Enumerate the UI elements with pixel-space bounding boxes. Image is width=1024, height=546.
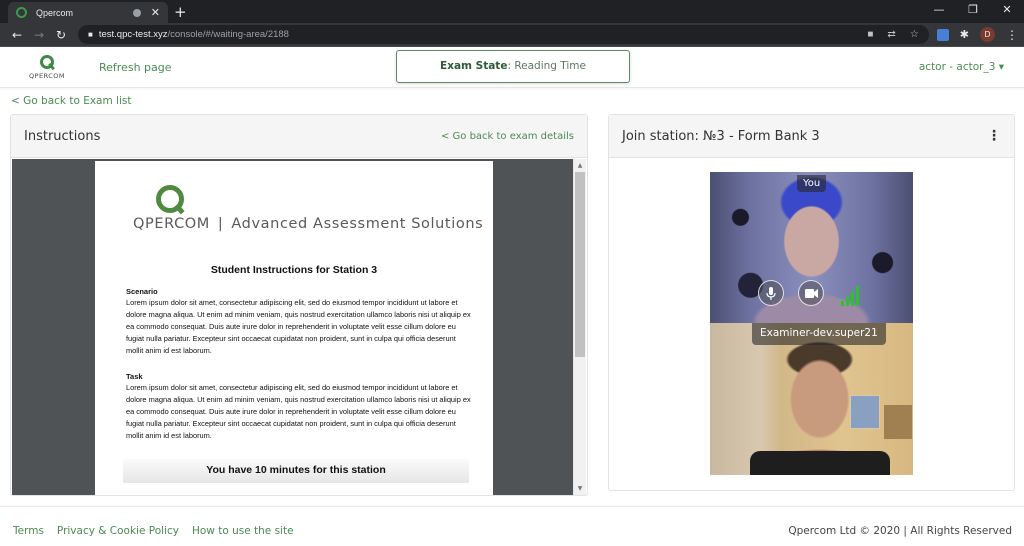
microphone-toggle-button[interactable] bbox=[758, 280, 784, 306]
self-video: You bbox=[710, 172, 913, 323]
qpercom-q-icon bbox=[40, 55, 54, 69]
page-footer: Terms Privacy & Cookie Policy How to use… bbox=[0, 506, 1024, 546]
camera-toggle-button[interactable] bbox=[798, 280, 824, 306]
pdf-viewer[interactable]: QPERCOM | Advanced Assessment Solutions St… bbox=[12, 159, 574, 495]
browser-menu-icon[interactable]: ⋮ bbox=[1006, 28, 1018, 42]
extensions-icon[interactable]: ✱ bbox=[960, 28, 969, 41]
new-tab-button[interactable]: + bbox=[174, 3, 187, 21]
terms-link[interactable]: Terms bbox=[13, 525, 44, 537]
scenario-section: Scenario Lorem ipsum dolor sit amet, con… bbox=[126, 287, 471, 357]
minimize-button[interactable]: — bbox=[922, 0, 956, 23]
tab-title: Qpercom bbox=[36, 7, 74, 18]
back-button[interactable]: ← bbox=[6, 28, 28, 42]
url-path: /console/#/waiting-area/2188 bbox=[167, 29, 289, 40]
google-translate-extension-icon[interactable] bbox=[936, 28, 949, 41]
station-panel: Join station: №3 - Form Bank 3 ⋮ You Exa… bbox=[608, 114, 1015, 491]
user-menu-dropdown[interactable]: actor - actor_3 ▾ bbox=[919, 61, 1004, 73]
profile-avatar[interactable]: D bbox=[980, 27, 995, 42]
url-host: test.qpc-test.xyz bbox=[98, 29, 168, 40]
document-brand: QPERCOM | Advanced Assessment Solutions bbox=[133, 216, 483, 232]
how-to-use-link[interactable]: How to use the site bbox=[192, 525, 294, 537]
video-camera-icon bbox=[804, 289, 818, 298]
window-controls: — ❐ ✕ bbox=[922, 0, 1024, 23]
copyright-text: Qpercom Ltd © 2020 | All Rights Reserved bbox=[788, 525, 1012, 537]
examiner-video: Examiner-dev.super21 bbox=[710, 323, 913, 475]
examiner-video-label: Examiner-dev.super21 bbox=[752, 323, 886, 345]
instructions-title: Instructions bbox=[24, 128, 101, 144]
scroll-down-arrow-icon[interactable]: ▼ bbox=[574, 485, 586, 492]
tab-close-icon[interactable]: ✕ bbox=[151, 6, 160, 19]
vertical-scrollbar[interactable]: ▲ ▼ bbox=[573, 159, 586, 495]
camera-permission-icon[interactable]: ■ bbox=[867, 29, 873, 40]
section-heading: Task bbox=[126, 372, 143, 381]
browser-tabstrip: Qpercom ✕ + — ❐ ✕ bbox=[0, 0, 1024, 23]
back-to-exam-list-link[interactable]: < Go back to Exam list bbox=[11, 95, 131, 107]
signal-strength-icon bbox=[841, 285, 859, 306]
address-bar[interactable]: ■ test.qpc-test.xyz /console/#/waiting-a… bbox=[78, 25, 929, 44]
brand-separator: | bbox=[217, 216, 224, 232]
instructions-header: Instructions < Go back to exam details bbox=[11, 115, 587, 158]
translate-icon[interactable]: ⇄ bbox=[887, 29, 895, 40]
document-title: Student Instructions for Station 3 bbox=[210, 264, 378, 276]
qpercom-document-logo-icon bbox=[156, 185, 184, 213]
station-title: Join station: №3 - Form Bank 3 bbox=[622, 128, 820, 144]
qpercom-favicon-icon bbox=[16, 7, 27, 18]
section-body: Lorem ipsum dolor sit amet, consectetur … bbox=[126, 383, 471, 440]
station-menu-icon[interactable]: ⋮ bbox=[987, 128, 1001, 144]
section-body: Lorem ipsum dolor sit amet, consectetur … bbox=[126, 298, 471, 355]
brand-tagline: Advanced Assessment Solutions bbox=[231, 216, 484, 232]
qpercom-logo[interactable]: QPERCOM bbox=[26, 55, 68, 80]
forward-button[interactable]: → bbox=[28, 28, 50, 42]
back-to-exam-details-link[interactable]: < Go back to exam details bbox=[441, 131, 574, 142]
lock-icon: ■ bbox=[88, 30, 93, 39]
station-header: Join station: №3 - Form Bank 3 ⋮ bbox=[609, 115, 1014, 158]
bookmark-star-icon[interactable]: ☆ bbox=[910, 29, 919, 40]
close-window-button[interactable]: ✕ bbox=[990, 0, 1024, 23]
pdf-page: QPERCOM | Advanced Assessment Solutions St… bbox=[95, 161, 493, 495]
scroll-up-arrow-icon[interactable]: ▲ bbox=[574, 162, 586, 169]
exam-state-badge: Exam State: Reading Time bbox=[396, 50, 630, 83]
maximize-button[interactable]: ❐ bbox=[956, 0, 990, 23]
privacy-cookie-policy-link[interactable]: Privacy & Cookie Policy bbox=[57, 525, 179, 537]
extensions-area: ✱ D ⋮ bbox=[936, 27, 1018, 42]
browser-toolbar: ← → ↻ ■ test.qpc-test.xyz /console/#/wai… bbox=[0, 23, 1024, 47]
reload-button[interactable]: ↻ bbox=[50, 28, 72, 42]
self-video-label: You bbox=[797, 175, 827, 192]
refresh-page-link[interactable]: Refresh page bbox=[99, 61, 172, 74]
recording-indicator-icon bbox=[132, 8, 141, 17]
microphone-icon bbox=[766, 287, 776, 300]
logo-text: QPERCOM bbox=[28, 72, 66, 80]
brand-name: QPERCOM bbox=[133, 216, 210, 232]
browser-tab[interactable]: Qpercom ✕ bbox=[8, 2, 168, 23]
app-header: QPERCOM Refresh page Exam State: Reading… bbox=[0, 48, 1024, 88]
instructions-panel: Instructions < Go back to exam details Q… bbox=[10, 114, 588, 496]
task-section: Task Lorem ipsum dolor sit amet, consect… bbox=[126, 372, 471, 442]
scrollbar-thumb[interactable] bbox=[575, 172, 585, 357]
section-heading: Scenario bbox=[126, 287, 158, 296]
time-notice: You have 10 minutes for this station bbox=[123, 459, 469, 483]
footer-links: Terms Privacy & Cookie Policy How to use… bbox=[13, 525, 294, 537]
exam-state-label: Exam State bbox=[440, 60, 508, 72]
exam-state-value: : Reading Time bbox=[507, 60, 586, 72]
